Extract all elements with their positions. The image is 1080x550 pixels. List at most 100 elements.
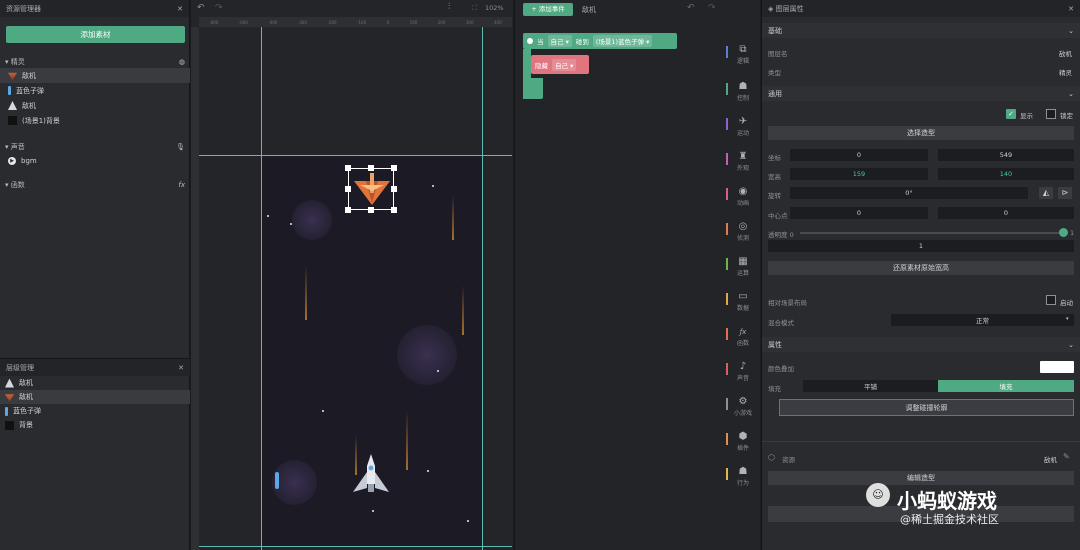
undo-icon[interactable]: ↶	[687, 3, 695, 13]
attributes-heading: 属性	[768, 340, 782, 349]
resize-handle[interactable]	[391, 186, 397, 192]
category-logic[interactable]: ⧉ 逻辑	[726, 44, 760, 65]
x-input[interactable]: 0	[790, 149, 928, 161]
opacity-slider-handle[interactable]	[1059, 228, 1068, 237]
edit-icon[interactable]: ✎	[1063, 452, 1070, 461]
resize-handle[interactable]	[345, 186, 351, 192]
width-input[interactable]: 159	[790, 168, 928, 180]
game-stage[interactable]	[262, 155, 482, 547]
resize-handle[interactable]	[345, 207, 351, 213]
microphone-icon[interactable]: 🎙	[176, 143, 185, 151]
general-section-header[interactable]: 通用 ⌄	[762, 86, 1080, 101]
resize-handle[interactable]	[345, 165, 351, 171]
event-editor[interactable]: + 添加事件 敌机 ↶ ↷ 当 自己 ▾ 碰到 (场景1)蓝色子弹 ▾ 隐藏 自…	[514, 0, 726, 550]
data-icon: ▭	[738, 291, 748, 302]
hide-target-dropdown[interactable]: 自己 ▾	[552, 58, 577, 71]
redo-icon[interactable]: ↷	[708, 3, 716, 13]
chevron-down-icon[interactable]: ⌄	[1068, 90, 1074, 98]
choose-shape-button[interactable]: 选择造型	[768, 126, 1074, 140]
redo-icon[interactable]: ↷	[215, 3, 223, 13]
attributes-section-header[interactable]: 属性 ⌄	[762, 337, 1080, 352]
color-swatch[interactable]	[1040, 361, 1074, 373]
blend-mode-select[interactable]: 正常	[891, 314, 1074, 326]
close-icon[interactable]: ✕	[177, 5, 183, 13]
flip-horizontal-icon[interactable]: ◭	[1039, 187, 1053, 199]
opacity-input[interactable]: 1	[768, 240, 1074, 252]
lock-checkbox[interactable]	[1046, 109, 1056, 119]
chevron-down-icon[interactable]: ⌄	[1068, 27, 1074, 35]
resize-handle[interactable]	[391, 165, 397, 171]
category-operators[interactable]: ▦ 运算	[726, 256, 760, 277]
sound-item[interactable]: ▶ bgm	[0, 153, 190, 168]
layer-item[interactable]: 蓝色子弹	[0, 404, 190, 418]
resize-handle[interactable]	[391, 207, 397, 213]
height-input[interactable]: 140	[938, 168, 1074, 180]
resize-handle[interactable]	[368, 165, 374, 171]
close-icon[interactable]: ✕	[1068, 5, 1074, 13]
coordinate-label: 坐标	[768, 154, 781, 162]
adjust-collision-button[interactable]: 调整碰撞轮廓	[779, 399, 1074, 416]
layer-item[interactable]: 敌机	[0, 376, 190, 390]
restore-size-button[interactable]: 还原素材原始宽高	[768, 261, 1074, 275]
relative-layout-checkbox[interactable]	[1046, 295, 1056, 305]
category-animation[interactable]: ◉ 动画	[726, 186, 760, 207]
edit-shape-button[interactable]: 编辑造型	[768, 471, 1074, 485]
sprite-item[interactable]: 敌机	[0, 98, 190, 113]
layer-item[interactable]: 背景	[0, 418, 190, 432]
target-dropdown[interactable]: (场景1)蓝色子弹 ▾	[592, 35, 653, 47]
fill-option[interactable]: 填充	[938, 380, 1074, 392]
minigame-icon: ⚙	[738, 396, 748, 407]
category-functions[interactable]: ƒx 函数	[726, 326, 760, 347]
toggle-dot-icon[interactable]	[527, 38, 533, 44]
sprites-section-header[interactable]: ▾ 精灵 ◍	[0, 55, 190, 68]
dropdown-arrow-icon: ▾	[1066, 316, 1069, 322]
category-behavior[interactable]: ☗ 行为	[726, 466, 760, 487]
add-asset-button[interactable]: 添加素材	[6, 26, 185, 43]
ruler-tick: 400	[494, 19, 502, 25]
y-input[interactable]: 549	[938, 149, 1074, 161]
sound-section-header[interactable]: ▾ 声音 🎙	[0, 140, 190, 153]
category-sound[interactable]: ♪ 声音	[726, 361, 760, 382]
show-checkbox[interactable]: ✓	[1006, 109, 1016, 119]
play-icon[interactable]: ▶	[8, 156, 16, 165]
chevron-down-icon[interactable]: ⌄	[1068, 341, 1074, 349]
resize-handle[interactable]	[368, 207, 374, 213]
category-minigame[interactable]: ⚙ 小游戏	[726, 396, 760, 417]
undo-icon[interactable]: ↶	[197, 3, 205, 13]
zoom-level[interactable]: 102%	[485, 4, 504, 12]
category-looks[interactable]: ♜ 外观	[726, 151, 760, 172]
bullet-icon	[5, 406, 8, 416]
category-color-stripe	[726, 118, 728, 130]
basic-section-header[interactable]: 基础 ⌄	[762, 23, 1080, 38]
self-dropdown[interactable]: 自己 ▾	[547, 35, 572, 47]
close-icon[interactable]: ✕	[178, 364, 184, 372]
selection-box[interactable]	[345, 165, 397, 213]
event-tab[interactable]: 敌机	[582, 5, 596, 15]
category-data[interactable]: ▭ 数据	[726, 291, 760, 312]
pivot-y-input[interactable]: 0	[938, 207, 1074, 219]
category-sensing[interactable]: ◎ 侦测	[726, 221, 760, 242]
tile-option[interactable]: 平铺	[803, 380, 938, 392]
collapse-icon[interactable]: ▾	[5, 58, 9, 66]
opacity-slider-track[interactable]	[800, 232, 1062, 234]
hide-action-block[interactable]: 隐藏 自己 ▾	[531, 55, 589, 74]
category-control[interactable]: ☗ 控制	[726, 81, 760, 102]
sprite-item[interactable]: 敌机	[0, 68, 190, 83]
flip-vertical-icon[interactable]: ⊳	[1058, 187, 1072, 199]
pivot-x-input[interactable]: 0	[790, 207, 928, 219]
sprite-item[interactable]: (场景1)背景	[0, 113, 190, 128]
layer-item[interactable]: 敌机	[0, 390, 190, 404]
palette-icon[interactable]: ◍	[179, 58, 185, 66]
category-plugins[interactable]: ⬢ 插件	[726, 431, 760, 452]
category-motion[interactable]: ✈ 运动	[726, 116, 760, 137]
category-label: 动画	[736, 200, 749, 207]
star	[372, 510, 374, 512]
align-icon[interactable]: ⫶	[448, 2, 450, 12]
rotation-input[interactable]: 0°	[790, 187, 1028, 199]
collision-event-block[interactable]: 当 自己 ▾ 碰到 (场景1)蓝色子弹 ▾	[523, 33, 677, 49]
fit-icon[interactable]: ⛶	[472, 4, 477, 13]
add-event-button[interactable]: + 添加事件	[523, 3, 573, 16]
sprite-item[interactable]: 蓝色子弹	[0, 83, 190, 98]
function-icon[interactable]: fx	[178, 181, 185, 189]
functions-section-header[interactable]: ▾ 函数 fx	[0, 178, 190, 191]
